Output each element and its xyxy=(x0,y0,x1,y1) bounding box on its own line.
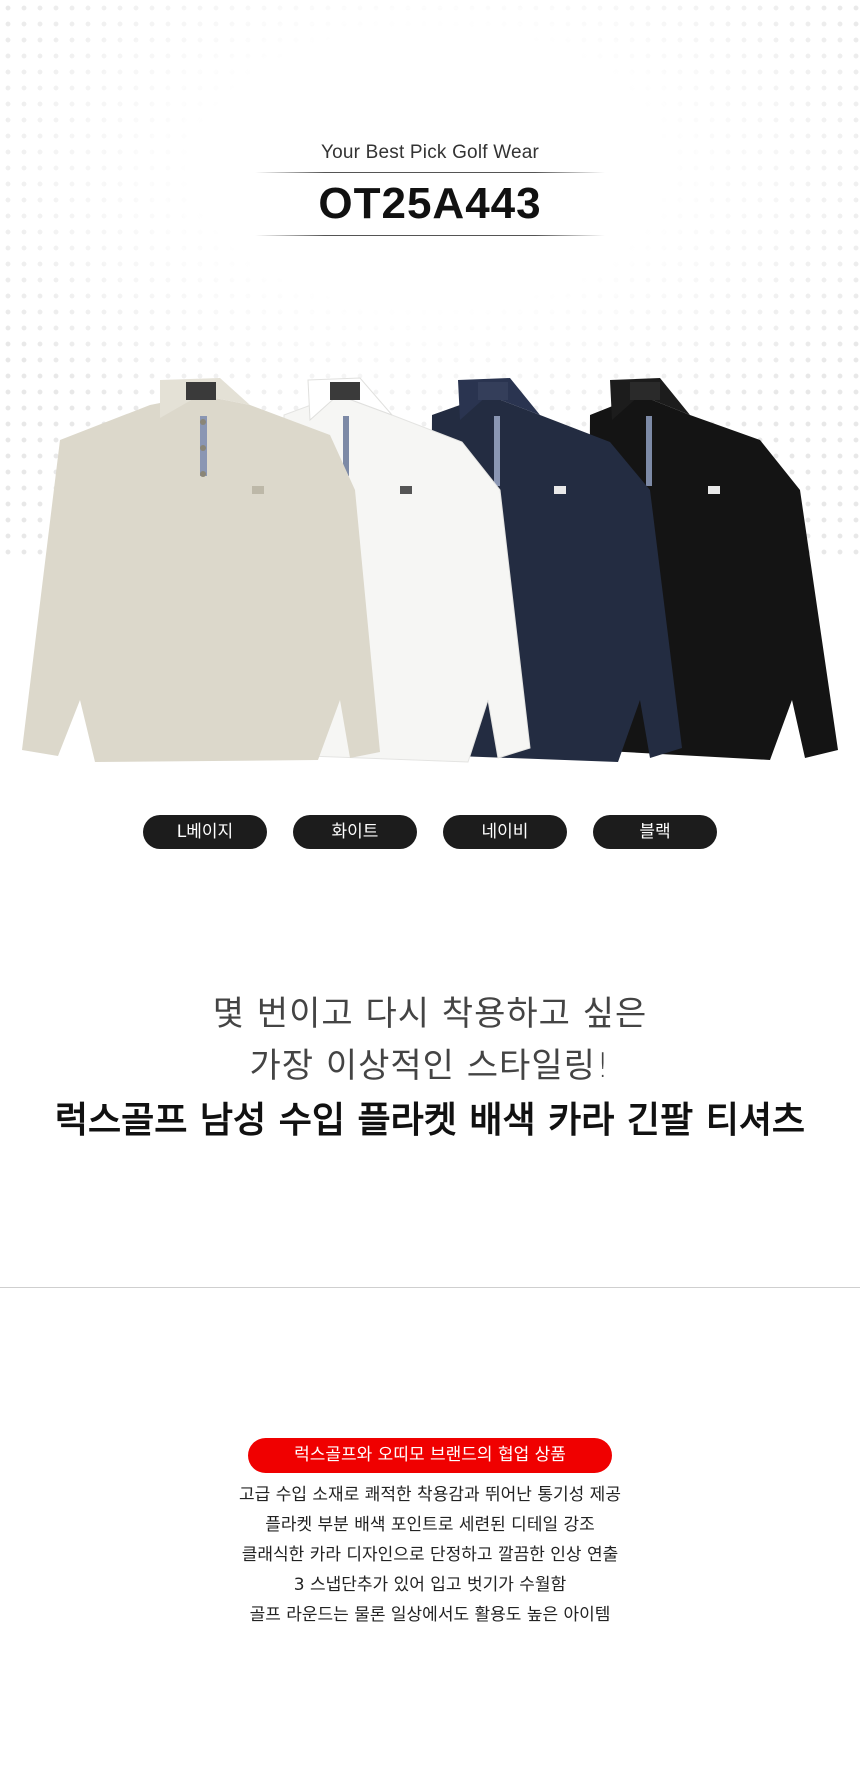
color-options: L베이지 화이트 네이비 블랙 xyxy=(0,815,860,850)
collab-badge: 럭스골프와 오띠모 브랜드의 협업 상품 xyxy=(248,1438,612,1473)
product-image xyxy=(22,377,838,763)
feature-item: 고급 수입 소재로 쾌적한 착용감과 뛰어난 통기성 제공 xyxy=(239,1485,621,1505)
divider-top xyxy=(255,172,605,173)
color-chip-beige[interactable]: L베이지 xyxy=(143,815,267,849)
intro-line-1: 몇 번이고 다시 착용하고 싶은 xyxy=(212,994,648,1034)
feature-item: 클래식한 카라 디자인으로 단정하고 깔끔한 인상 연출 xyxy=(241,1545,619,1565)
feature-item: 3 스냅단추가 있어 입고 벗기가 수월함 xyxy=(293,1575,567,1595)
header: Your Best Pick Golf Wear OT25A443 xyxy=(0,142,860,236)
product-code: OT25A443 xyxy=(318,179,542,228)
color-chip-black[interactable]: 블랙 xyxy=(593,815,717,849)
divider-bottom xyxy=(255,235,605,236)
tagline: Your Best Pick Golf Wear xyxy=(320,142,540,163)
feature-item: 골프 라운드는 물론 일상에서도 활용도 높은 아이템 xyxy=(249,1605,611,1625)
intro: 몇 번이고 다시 착용하고 싶은 가장 이상적인 스타일링! 럭스골프 남성 수… xyxy=(0,988,860,1148)
color-chip-white[interactable]: 화이트 xyxy=(293,815,417,849)
section-divider xyxy=(0,1287,860,1288)
color-chip-navy[interactable]: 네이비 xyxy=(443,815,567,849)
feature-item: 플라켓 부분 배색 포인트로 세련된 디테일 강조 xyxy=(265,1515,595,1535)
product-title: 럭스골프 남성 수입 플라켓 배색 카라 긴팔 티셔츠 xyxy=(54,1100,806,1141)
intro-line-2: 가장 이상적인 스타일링! xyxy=(249,1046,611,1086)
shirt-beige xyxy=(22,378,380,762)
feature-list: 고급 수입 소재로 쾌적한 착용감과 뛰어난 통기성 제공 플라켓 부분 배색 … xyxy=(0,1480,860,1630)
